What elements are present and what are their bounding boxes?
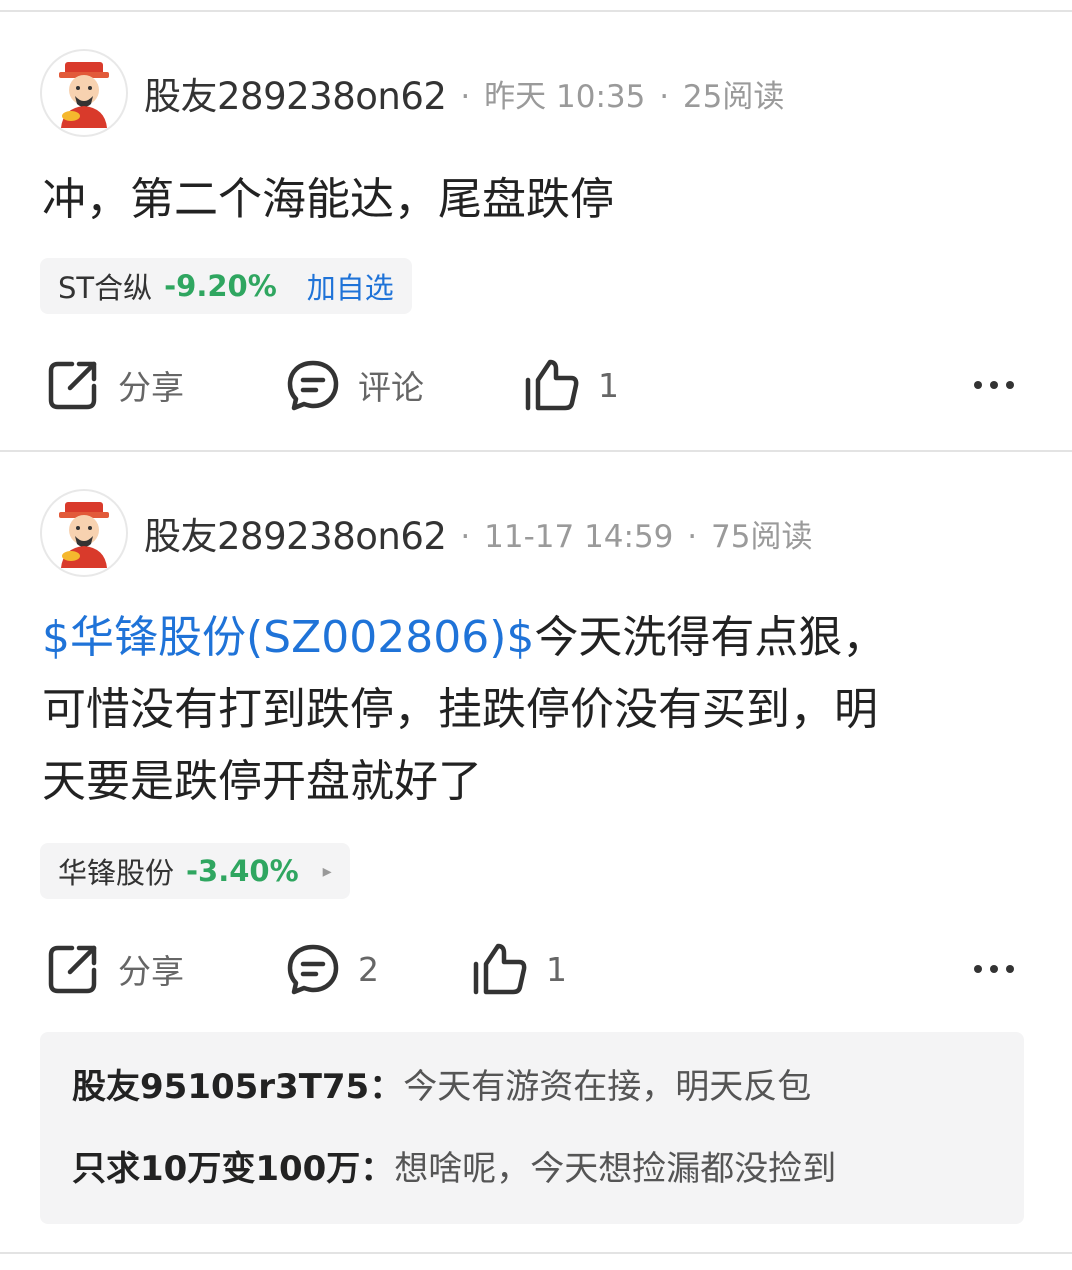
post-text-line: 可惜没有打到跌停，挂跌停价没有买到，明 xyxy=(42,684,878,735)
post-2: 股友289238on62 · 11-17 14:59 · 75阅读 $华锋股份(… xyxy=(0,488,1072,1228)
post-header: 股友289238on62 · 11-17 14:59 · 75阅读 xyxy=(40,488,812,578)
like-count: 1 xyxy=(546,949,567,989)
post-text-line: $华锋股份(SZ002806)$今天洗得有点狠， xyxy=(42,602,1032,674)
share-label: 分享 xyxy=(118,368,184,407)
like-count: 1 xyxy=(598,365,619,405)
post-meta: · 昨天 10:35 · 25阅读 xyxy=(456,71,784,116)
fortune-god-avatar-icon xyxy=(59,62,109,128)
comment-button[interactable]: 评论 xyxy=(286,350,424,420)
stock-chip[interactable]: 华锋股份 -3.40% ▸ xyxy=(40,843,350,899)
stock-name: ST合纵 xyxy=(58,271,153,305)
comment-item[interactable]: 只求10万变100万：想啥呢，今天想捡漏都没捡到 xyxy=(72,1128,992,1210)
post-text: 冲，第二个海能达，尾盘跌停 xyxy=(42,174,614,225)
top-divider xyxy=(0,10,1072,12)
stock-name: 华锋股份 xyxy=(58,856,175,890)
username[interactable]: 股友289238on62 xyxy=(144,66,447,120)
post-1: 股友289238on62 · 昨天 10:35 · 25阅读 冲，第二个海能达，… xyxy=(0,48,1072,448)
chevron-right-icon: ▸ xyxy=(322,860,332,882)
post-time: 11-17 14:59 xyxy=(484,518,674,555)
share-icon xyxy=(48,945,97,994)
separator: · xyxy=(659,78,670,115)
read-count: 75阅读 xyxy=(711,518,813,555)
comment-button[interactable]: 2 xyxy=(286,934,379,1004)
add-watchlist-button[interactable]: 加自选 xyxy=(307,265,394,307)
separator: · xyxy=(460,518,471,555)
more-icon xyxy=(974,965,1014,973)
stock-chip[interactable]: ST合纵 -9.20% 加自选 xyxy=(40,258,412,314)
more-button[interactable] xyxy=(972,934,1016,1004)
share-button[interactable]: 分享 xyxy=(46,934,184,1004)
comment-count: 2 xyxy=(358,949,379,989)
share-icon xyxy=(48,361,97,410)
more-icon xyxy=(974,381,1014,389)
post-header: 股友289238on62 · 昨天 10:35 · 25阅读 xyxy=(40,48,784,138)
post-actions: 分享 评论 1 xyxy=(0,350,1072,420)
post-divider xyxy=(0,450,1072,452)
comment-author[interactable]: 只求10万变100万： xyxy=(72,1149,394,1189)
fortune-god-avatar-icon xyxy=(59,502,109,568)
comment-icon xyxy=(287,360,339,411)
comment-icon xyxy=(287,944,339,995)
more-button[interactable] xyxy=(972,350,1016,420)
comment-item[interactable]: 股友95105r3T75：今天有游资在接，明天反包 xyxy=(72,1046,992,1128)
post-content[interactable]: 冲，第二个海能达，尾盘跌停 xyxy=(42,164,1032,236)
like-button[interactable]: 1 xyxy=(472,934,567,1004)
avatar[interactable] xyxy=(40,489,128,577)
comment-text: 想啥呢，今天想捡漏都没捡到 xyxy=(394,1149,837,1189)
avatar[interactable] xyxy=(40,49,128,137)
bottom-divider xyxy=(0,1252,1072,1254)
post-text: 今天洗得有点狠， xyxy=(534,612,887,663)
share-label: 分享 xyxy=(118,952,184,991)
post-time: 昨天 10:35 xyxy=(484,78,646,115)
read-count: 25阅读 xyxy=(682,78,785,115)
separator: · xyxy=(687,518,698,555)
post-content[interactable]: $华锋股份(SZ002806)$今天洗得有点狠， 可惜没有打到跌停，挂跌停价没有… xyxy=(42,602,1032,818)
comment-preview[interactable]: 股友95105r3T75：今天有游资在接，明天反包 只求10万变100万：想啥呢… xyxy=(40,1032,1024,1224)
comment-label: 评论 xyxy=(358,368,424,407)
like-icon xyxy=(525,359,579,411)
like-button[interactable]: 1 xyxy=(524,350,619,420)
share-button[interactable]: 分享 xyxy=(46,350,184,420)
post-text-line: 天要是跌停开盘就好了 xyxy=(42,756,482,807)
separator: · xyxy=(460,78,471,115)
like-icon xyxy=(473,943,527,995)
username[interactable]: 股友289238on62 xyxy=(144,506,447,560)
comment-author[interactable]: 股友95105r3T75： xyxy=(72,1067,403,1107)
stock-change: -9.20% xyxy=(164,269,277,303)
post-actions: 分享 2 1 xyxy=(0,934,1072,1004)
stock-change: -3.40% xyxy=(186,854,299,888)
stock-link[interactable]: $华锋股份(SZ002806)$ xyxy=(42,612,534,663)
comment-text: 今天有游资在接，明天反包 xyxy=(403,1067,812,1107)
post-meta: · 11-17 14:59 · 75阅读 xyxy=(456,511,812,556)
